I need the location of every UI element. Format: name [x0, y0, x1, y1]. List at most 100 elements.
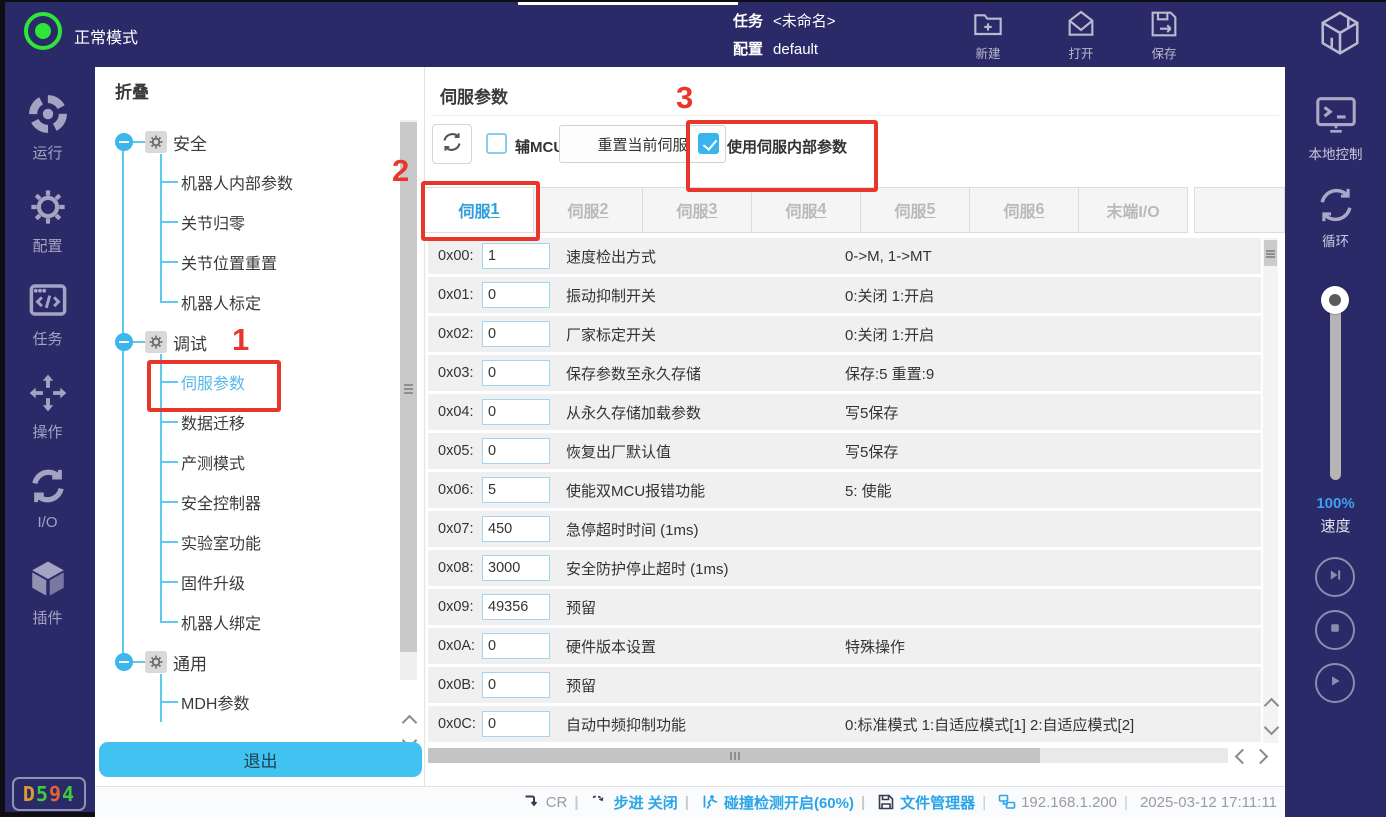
io-icon [27, 465, 69, 512]
tree-item[interactable]: 伺服参数 [95, 362, 395, 402]
tree-item[interactable]: MDH参数 [95, 682, 395, 722]
nav-item-jog[interactable]: 操作 [0, 372, 95, 465]
param-description: 自动中频抑制功能 [566, 714, 686, 735]
config-tree: 安全 机器人内部参数 关节归零 关节位置重置 机器人标定 [95, 122, 395, 722]
mode-indicator-icon [24, 12, 62, 50]
table-vertical-scrollbar[interactable] [1263, 238, 1278, 743]
new-task-button[interactable]: 新建 [960, 8, 1016, 62]
tree-item[interactable]: 固件升级 [95, 562, 395, 602]
param-options: 5: 使能 [845, 480, 892, 501]
nav-item-run[interactable]: 运行 [0, 93, 95, 186]
param-value-input[interactable] [482, 243, 550, 269]
tree-item[interactable]: 机器人绑定 [95, 602, 395, 642]
param-address: 0x03: [438, 365, 482, 381]
loop-label: 循环 [1285, 230, 1386, 250]
table-hscroll-thumb[interactable] [428, 748, 1040, 763]
nav-item-config[interactable]: 配置 [0, 186, 95, 279]
param-value-input[interactable] [482, 438, 550, 464]
param-value-input[interactable] [482, 711, 550, 737]
param-address: 0x0A: [438, 638, 482, 654]
tree-item[interactable]: 关节位置重置 [95, 242, 395, 282]
param-value-input[interactable] [482, 360, 550, 386]
task-line: 任务<未命名> [733, 10, 836, 31]
tree-item[interactable]: 安全控制器 [95, 482, 395, 522]
tree-item[interactable]: 机器人内部参数 [95, 162, 395, 202]
brand-logo-icon [1316, 9, 1364, 57]
step-forward-button[interactable] [1315, 557, 1355, 597]
tree-scrollbar[interactable] [400, 120, 417, 680]
stop-button[interactable] [1315, 610, 1355, 650]
collapse-minus-icon[interactable] [115, 133, 133, 151]
param-row: 0x05: 恢复出厂默认值 写5保存 [428, 433, 1261, 469]
param-value-input[interactable] [482, 399, 550, 425]
param-value-input[interactable] [482, 282, 550, 308]
tree-item[interactable]: 机器人标定 [95, 282, 395, 322]
exit-button[interactable]: 退出 [99, 742, 422, 777]
open-button[interactable]: 打开 [1053, 8, 1109, 62]
play-button[interactable] [1315, 663, 1355, 703]
tree-scrollbar-thumb[interactable] [400, 122, 417, 652]
table-scroll-right-icon[interactable] [1253, 749, 1269, 765]
gear-icon [145, 131, 167, 153]
task-value: <未命名> [773, 13, 836, 30]
tree-item[interactable]: 关节归零 [95, 202, 395, 242]
use-internal-params-checkbox[interactable] [698, 133, 719, 154]
save-button[interactable]: 保存 [1136, 8, 1192, 62]
plugin-icon [27, 558, 69, 605]
tree-item[interactable]: 调试 [95, 322, 395, 362]
step-mode-status[interactable]: 步进 关闭 [567, 792, 677, 813]
param-description: 安全防护停止超时 (1ms) [566, 558, 729, 579]
collapse-minus-icon[interactable] [115, 653, 133, 671]
param-value-input[interactable] [482, 477, 550, 503]
tree-scroll-up-icon[interactable] [402, 715, 418, 731]
param-value-input[interactable] [482, 516, 550, 542]
collapse-minus-icon[interactable] [115, 333, 133, 351]
config-label: 配置 [733, 41, 763, 58]
servo-tab[interactable]: 伺服1 [424, 187, 534, 233]
tree-item[interactable]: 安全 [95, 122, 395, 162]
file-manager-status[interactable]: 文件管理器 [854, 792, 975, 813]
servo-tab[interactable]: 伺服3 [642, 187, 752, 233]
window-edge [0, 812, 95, 817]
nav-item-task[interactable]: 任务 [0, 279, 95, 372]
servo-tab[interactable]: 伺服4 [751, 187, 861, 233]
servo-tab[interactable]: 伺服6 [969, 187, 1079, 233]
aux-mcu-checkbox[interactable] [486, 133, 507, 154]
param-address: 0x04: [438, 404, 482, 420]
param-value-input[interactable] [482, 672, 550, 698]
tree-item[interactable]: 通用 [95, 642, 395, 682]
table-scroll-down-icon[interactable] [1264, 720, 1280, 736]
speed-slider-knob[interactable] [1321, 286, 1349, 314]
badge-char: 9 [49, 782, 62, 806]
speed-slider-track[interactable] [1330, 300, 1341, 480]
nav-item-plugin[interactable]: 插件 [0, 558, 95, 651]
local-control-button[interactable] [1285, 92, 1386, 143]
param-description: 急停超时时间 (1ms) [566, 519, 699, 540]
param-options: 0:关闭 1:开启 [845, 324, 934, 345]
collision-icon [701, 793, 719, 811]
param-value-input[interactable] [482, 594, 550, 620]
config-line: 配置default [733, 38, 818, 59]
table-vscroll-thumb[interactable] [1264, 240, 1277, 266]
loop-button[interactable] [1285, 183, 1386, 232]
run-icon [27, 93, 69, 140]
param-address: 0x05: [438, 443, 482, 459]
param-value-input[interactable] [482, 321, 550, 347]
collision-detect-status[interactable]: 碰撞检测开启(60%) [678, 792, 854, 813]
servo-tab[interactable]: 伺服2 [533, 187, 643, 233]
param-value-input[interactable] [482, 633, 550, 659]
tree-item[interactable]: 实验室功能 [95, 522, 395, 562]
param-description: 恢复出厂默认值 [566, 441, 671, 462]
param-value-input[interactable] [482, 555, 550, 581]
servo-tab[interactable]: 伺服5 [860, 187, 970, 233]
table-scroll-up-icon[interactable] [1264, 698, 1280, 714]
servo-tab[interactable]: 末端I/O [1078, 187, 1188, 233]
tree-item[interactable]: 数据迁移 [95, 402, 395, 442]
step-forward-icon [1325, 565, 1345, 590]
nav-item-io[interactable]: I/O [0, 465, 95, 558]
left-nav: 运行 配置 任务 操作 I/O 插件 [0, 67, 95, 817]
refresh-button[interactable] [432, 124, 472, 164]
tree-item[interactable]: 产测模式 [95, 442, 395, 482]
table-scroll-left-icon[interactable] [1235, 749, 1251, 765]
table-horizontal-scrollbar[interactable] [428, 748, 1228, 763]
